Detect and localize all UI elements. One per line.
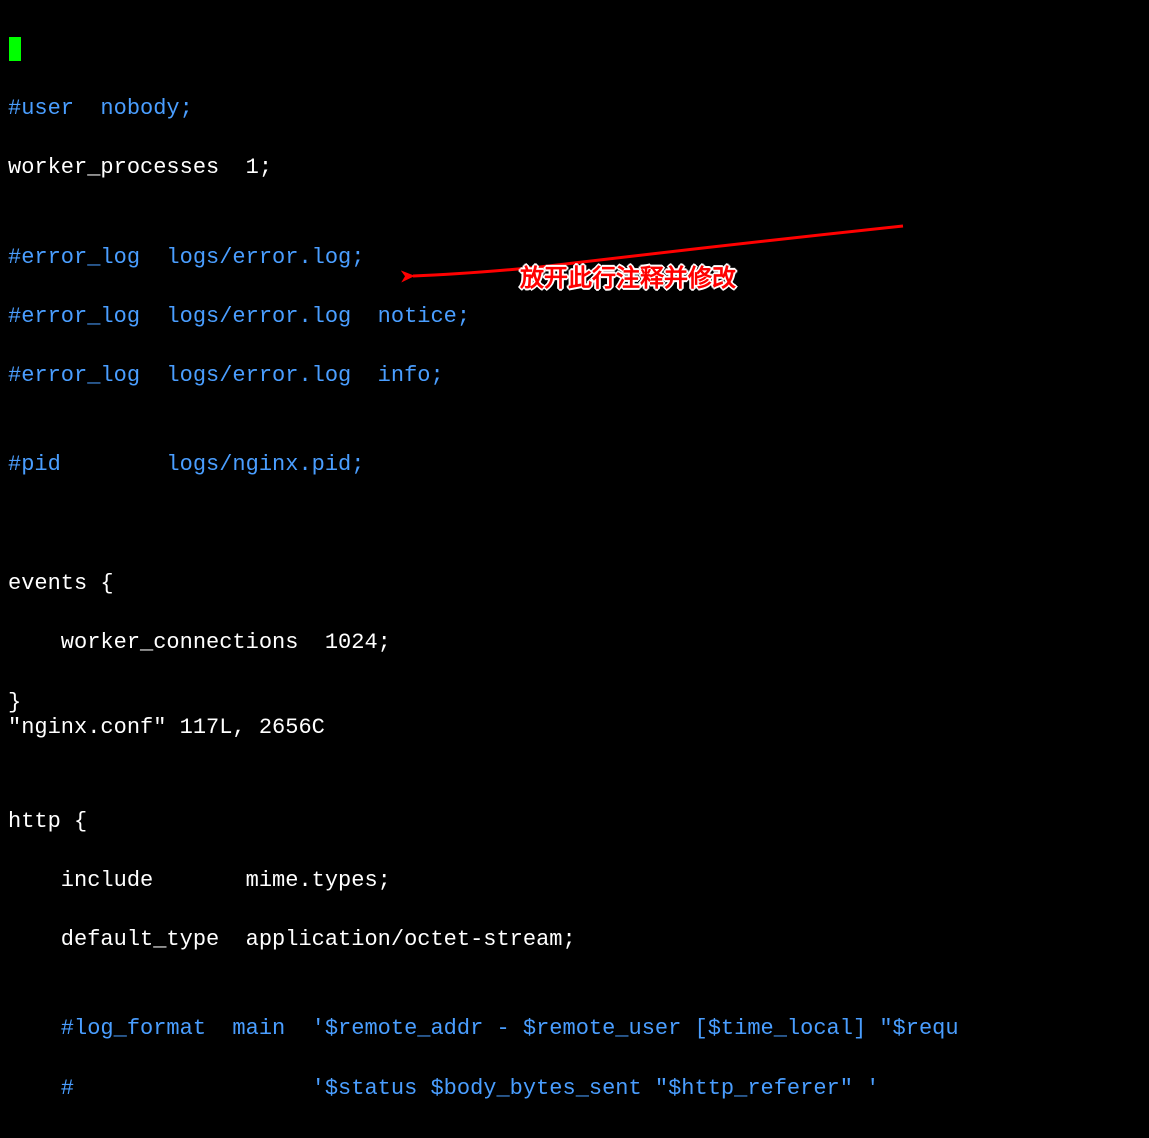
text-cursor [9,37,21,61]
code-line: { [61,809,87,834]
code-line: #error_log logs/error.log info; [8,361,1141,391]
code-line: worker_connections 1024; [8,628,1141,658]
code-line: worker_processes [8,155,219,180]
code-line: # '$status $body_bytes_sent "$http_refer… [8,1074,1141,1104]
code-line: http [8,809,61,834]
code-line: #user nobody; [8,94,1141,124]
terminal-editor[interactable]: #user nobody; worker_processes 1; #error… [0,0,1149,1138]
vim-status-line: "nginx.conf" 117L, 2656C [8,713,325,743]
code-line: #pid logs/nginx.pid; [8,450,1141,480]
code-line: events [8,571,87,596]
code-line: #log_format main '$remote_addr - $remote… [8,1014,1141,1044]
code-line: #error_log logs/error.log; [8,243,1141,273]
code-line: #error_log logs/error.log notice; [8,302,1141,332]
code-line: include mime.types; [8,866,1141,896]
code-line: 1; [219,155,272,180]
code-line: default_type application/octet-stream; [8,925,1141,955]
code-line: { [87,571,113,596]
